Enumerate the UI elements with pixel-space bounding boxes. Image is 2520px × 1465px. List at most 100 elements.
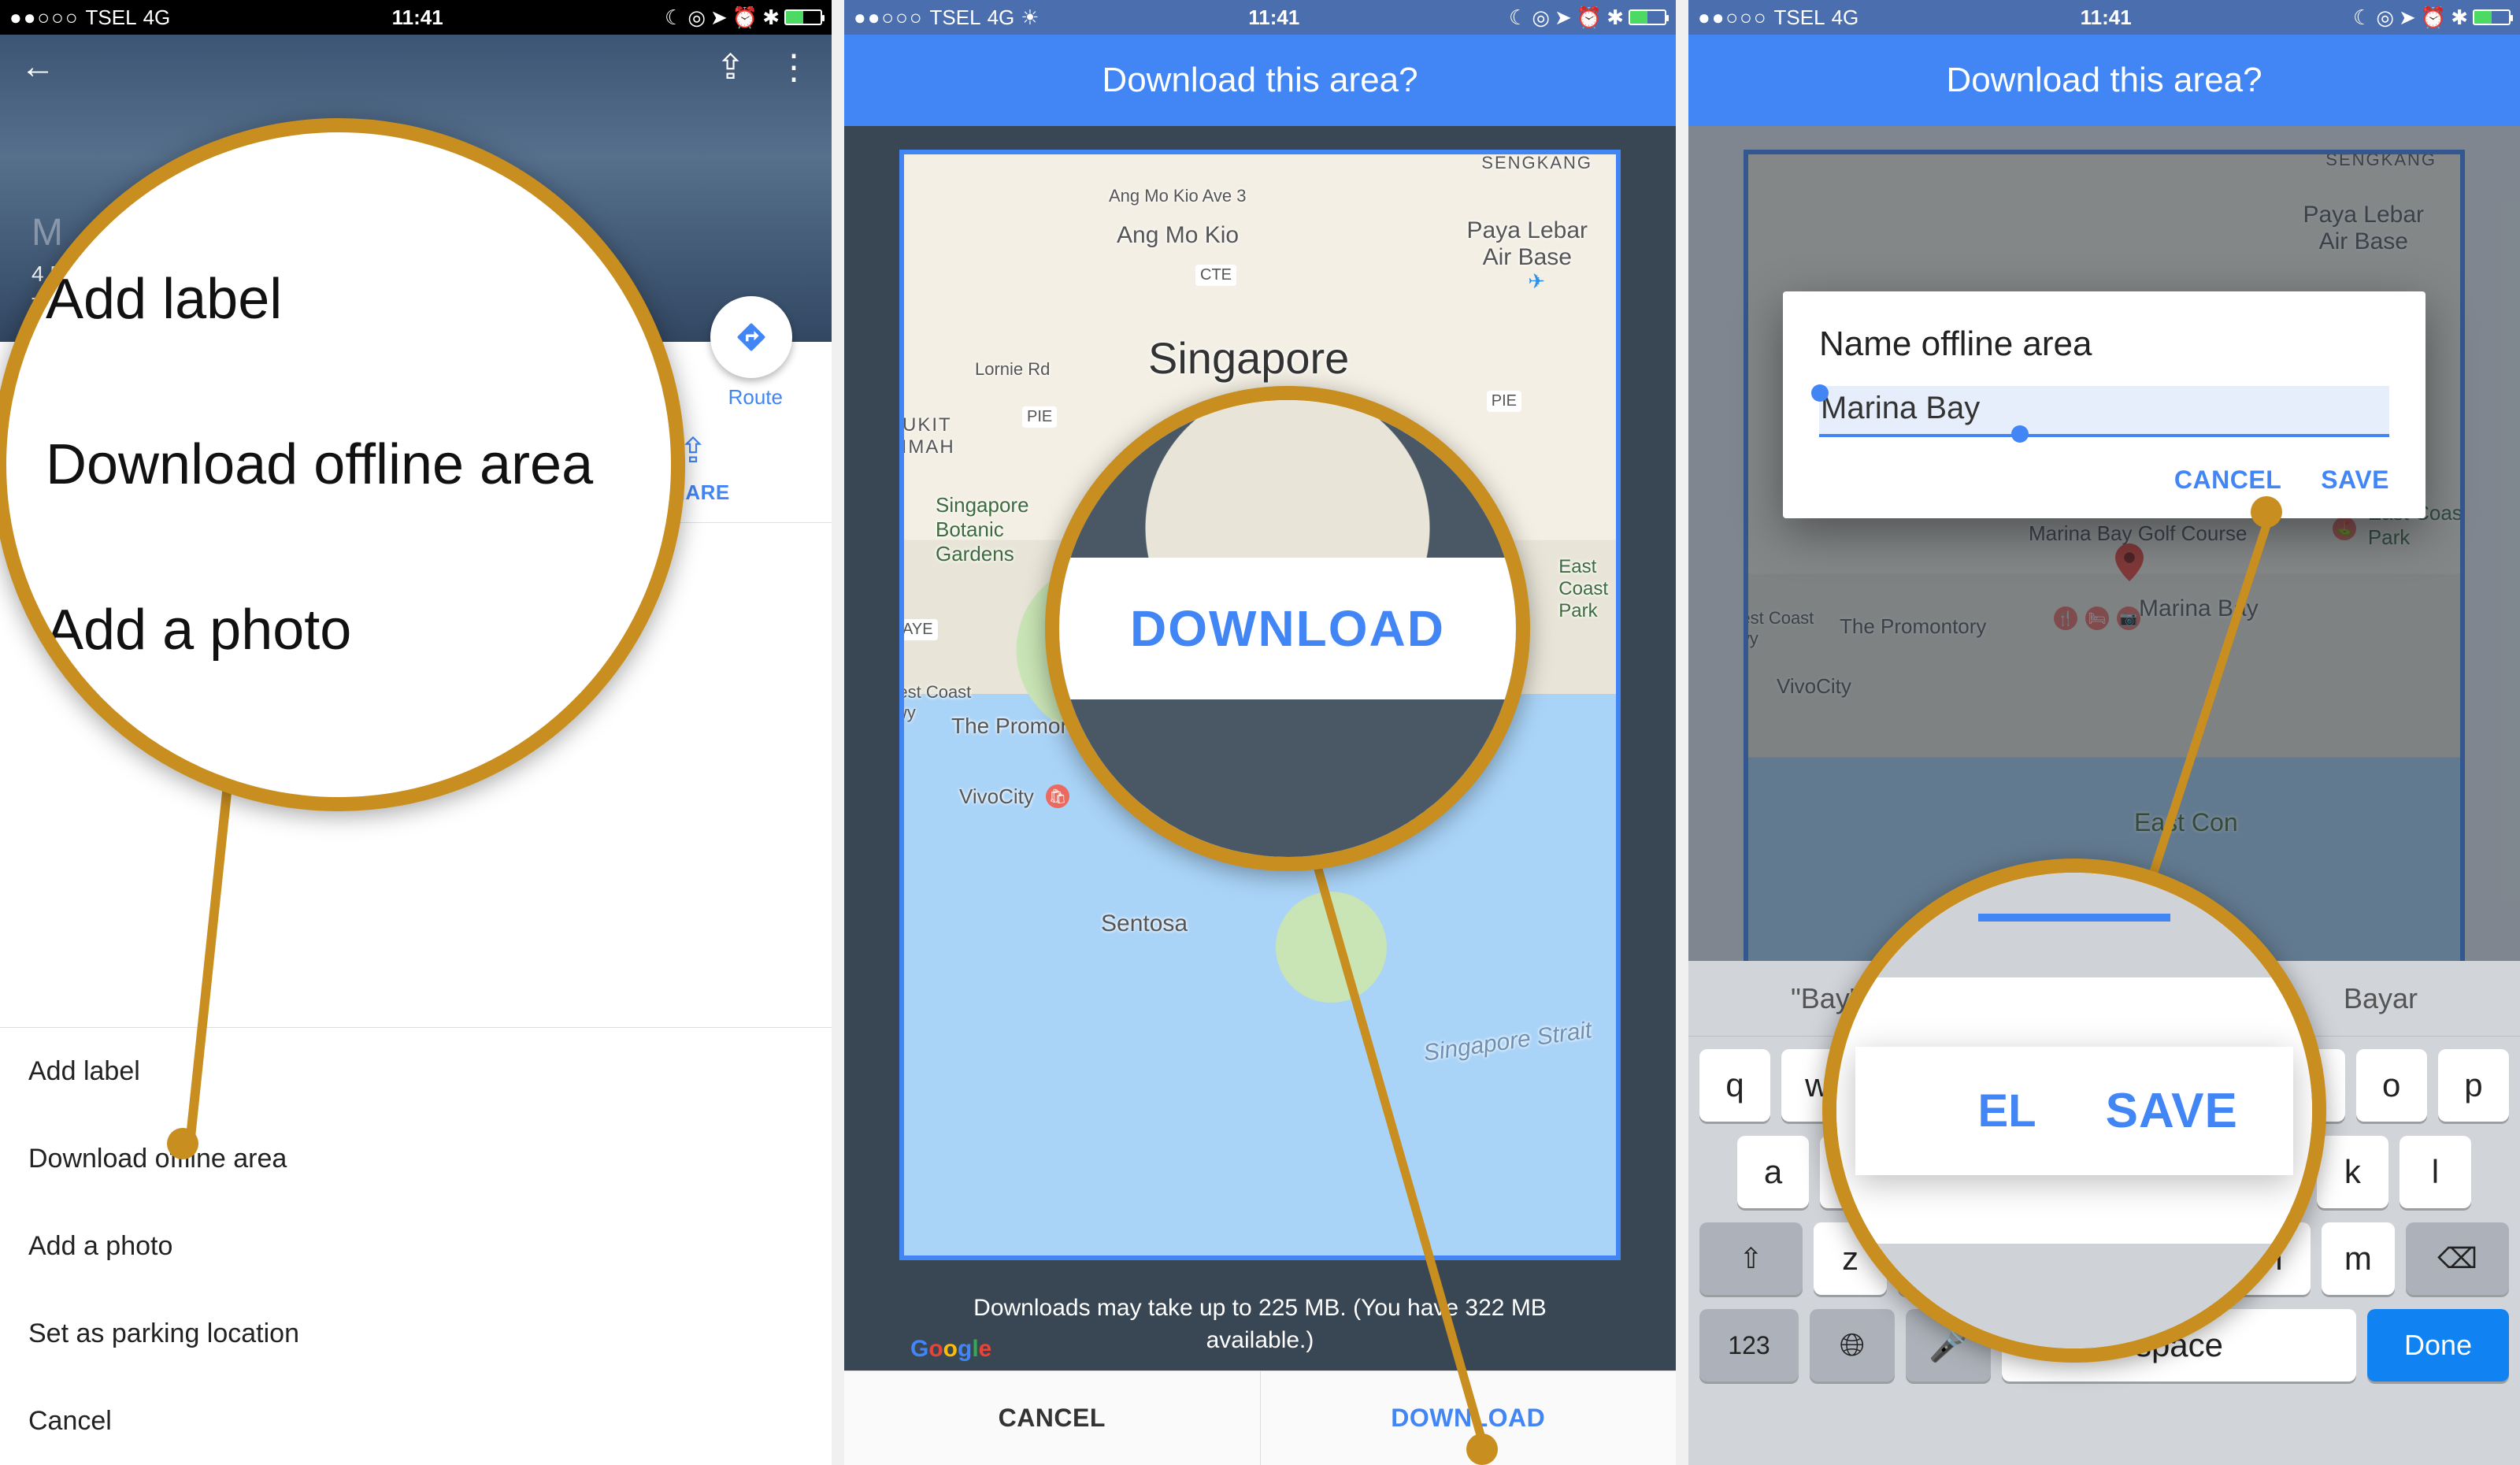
key-done[interactable]: Done <box>2367 1309 2509 1382</box>
battery-icon <box>1629 9 1666 25</box>
key-k[interactable]: k <box>2317 1136 2388 1208</box>
map-sengkang: SENGKANG <box>1481 153 1592 173</box>
download-footer: CANCEL DOWNLOAD <box>844 1370 1676 1465</box>
location-icon: ➤ <box>710 6 728 30</box>
signal-dots-icon: ●●○○○ <box>854 6 924 30</box>
map-payalebar: Paya Lebar Air Base <box>1467 217 1588 271</box>
key-p[interactable]: p <box>2438 1049 2509 1122</box>
network-label: 4G <box>988 6 1015 30</box>
magnifier-1: Add label Download offline area Add a ph… <box>0 118 685 811</box>
route-fab[interactable] <box>710 296 792 378</box>
signal-dots-icon: ●●○○○ <box>9 6 80 30</box>
alarm-icon: ⏰ <box>1577 6 1602 30</box>
menu-add-photo[interactable]: Add a photo <box>0 1203 832 1290</box>
status-bar: ●●○○○ TSEL 4G ☀ 11:41 ☾ ◎ ➤ ⏰ ✱ <box>844 0 1676 35</box>
key-o[interactable]: o <box>2356 1049 2427 1122</box>
location-icon: ➤ <box>1555 6 1572 30</box>
bluetooth-icon: ✱ <box>2451 6 2468 30</box>
bluetooth-icon: ✱ <box>762 6 780 30</box>
map-sentosa: Sentosa <box>1101 911 1188 937</box>
map-angmokioave: Ang Mo Kio Ave 3 <box>1109 186 1247 206</box>
menu-set-parking[interactable]: Set as parking location <box>0 1290 832 1378</box>
mag3-save: SAVE <box>2106 1083 2238 1139</box>
download-size-note: Downloads may take up to 225 MB. (You ha… <box>844 1293 1676 1356</box>
compass-icon: ◎ <box>1532 6 1550 30</box>
magnifier-3: EL SAVE <box>1822 859 2326 1363</box>
menu-download-offline[interactable]: Download offline area <box>0 1115 832 1203</box>
screen3: ●●○○○ TSEL 4G 11:41 ☾ ◎ ➤ ⏰ ✱ Download t… <box>1688 0 2520 1465</box>
screen1: ●●○○○ TSEL 4G 11:41 ☾ ◎ ➤ ⏰ ✱ ← ⇪ ⋮ M 4.… <box>0 0 832 1465</box>
map-cte: CTE <box>1195 265 1236 286</box>
clock: 11:41 <box>392 6 443 30</box>
menu-add-label[interactable]: Add label <box>0 1028 832 1115</box>
key-a[interactable]: a <box>1737 1136 1809 1208</box>
cancel-button[interactable]: CANCEL <box>844 1371 1260 1465</box>
network-label: 4G <box>143 6 171 30</box>
kb-suggest-right[interactable]: Bayar <box>2344 982 2418 1015</box>
share-icon[interactable]: ⇪ <box>716 47 745 87</box>
key-l[interactable]: l <box>2400 1136 2471 1208</box>
battery-icon <box>2473 9 2511 25</box>
clock: 11:41 <box>2081 6 2132 30</box>
key-backspace[interactable]: ⌫ <box>2406 1222 2509 1295</box>
more-icon[interactable]: ⋮ <box>776 47 811 87</box>
key-123[interactable]: 123 <box>1699 1309 1799 1382</box>
mag1-line3: Add a photo <box>6 579 671 681</box>
dialog-save-button[interactable]: SAVE <box>2321 465 2389 495</box>
dialog-title: Name offline area <box>1819 325 2389 364</box>
map-botanic: Singapore Botanic Gardens <box>936 493 1029 566</box>
map-vivocity: VivoCity <box>959 784 1034 809</box>
leader-dot <box>2251 496 2282 528</box>
area-name-input[interactable] <box>1819 386 2389 437</box>
brightness-icon: ☀ <box>1021 6 1039 30</box>
map-angmokio: Ang Mo Kio <box>1117 222 1239 249</box>
download-body: Singapore Ang Mo Kio Ang Mo Kio Ave 3 SE… <box>844 126 1676 1465</box>
network-label: 4G <box>1832 6 1859 30</box>
status-bar: ●●○○○ TSEL 4G 11:41 ☾ ◎ ➤ ⏰ ✱ <box>1688 0 2520 35</box>
selection-handle-icon[interactable] <box>2011 425 2029 443</box>
magnifier-2: DOWNLOAD <box>1045 386 1530 871</box>
menu-cancel[interactable]: Cancel <box>0 1378 832 1465</box>
battery-icon <box>784 9 822 25</box>
leader-dot <box>1466 1433 1498 1465</box>
selection-handle-icon[interactable] <box>1811 384 1829 402</box>
mag3-cancel-part: EL <box>1977 1085 2036 1137</box>
moon-icon: ☾ <box>2353 6 2371 30</box>
alarm-icon: ⏰ <box>2421 6 2446 30</box>
dialog-cancel-button[interactable]: CANCEL <box>2174 465 2281 495</box>
route-label: Route <box>728 385 783 410</box>
map-pie1: PIE <box>1022 406 1057 428</box>
carrier-label: TSEL <box>930 6 981 30</box>
download-header: Download this area? <box>844 35 1676 126</box>
map-eastcoast: East Coast Park <box>1558 556 1608 622</box>
carrier-label: TSEL <box>86 6 137 30</box>
key-m[interactable]: m <box>2322 1222 2395 1295</box>
status-bar: ●●○○○ TSEL 4G 11:41 ☾ ◎ ➤ ⏰ ✱ <box>0 0 832 35</box>
key-q[interactable]: q <box>1699 1049 1770 1122</box>
leader-dot <box>167 1128 198 1159</box>
name-area-dialog: Name offline area CANCEL SAVE <box>1783 291 2426 518</box>
action-sheet: Add label Download offline area Add a ph… <box>0 1027 832 1465</box>
carrier-label: TSEL <box>1774 6 1825 30</box>
key-shift[interactable]: ⇧ <box>1699 1222 1803 1295</box>
mag1-line2: Download offline area <box>6 414 671 516</box>
compass-icon: ◎ <box>2376 6 2394 30</box>
moon-icon: ☾ <box>1509 6 1527 30</box>
bluetooth-icon: ✱ <box>1606 6 1624 30</box>
alarm-icon: ⏰ <box>732 6 758 30</box>
directions-icon <box>735 321 768 354</box>
moon-icon: ☾ <box>665 6 683 30</box>
compass-icon: ◎ <box>687 6 706 30</box>
signal-dots-icon: ●●○○○ <box>1698 6 1768 30</box>
map-bukit: BUKIT TIMAH <box>899 414 955 458</box>
back-arrow-icon[interactable]: ← <box>20 47 55 87</box>
clock: 11:41 <box>1248 6 1299 30</box>
screen2: ●●○○○ TSEL 4G ☀ 11:41 ☾ ◎ ➤ ⏰ ✱ Download… <box>844 0 1676 1465</box>
map-aye: AYE <box>899 619 938 640</box>
mag2-label: DOWNLOAD <box>1130 599 1445 658</box>
download-header: Download this area? <box>1688 35 2520 126</box>
mag1-line1: Add label <box>6 248 671 350</box>
map-city-label: Singapore <box>1148 332 1349 384</box>
airplane-icon: ✈ <box>1528 269 1545 294</box>
location-icon: ➤ <box>2399 6 2416 30</box>
